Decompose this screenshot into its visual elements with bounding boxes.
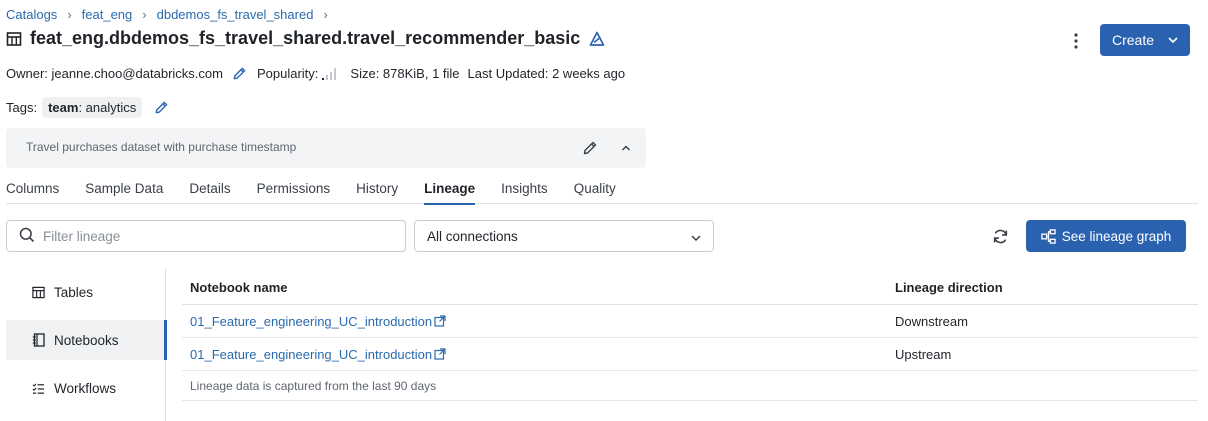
external-link-icon [434,314,446,327]
breadcrumb-schema[interactable]: dbdemos_fs_travel_shared [157,7,314,22]
notebook-link[interactable]: 01_Feature_engineering_UC_introduction [190,314,446,329]
column-header-notebook-name: Notebook name [190,279,288,295]
edit-tags-icon[interactable] [154,100,169,115]
edit-description-icon[interactable] [582,140,598,156]
table-icon [6,31,22,47]
see-lineage-graph-label: See lineage graph [1061,228,1172,244]
lineage-graph-icon [1040,228,1056,244]
breadcrumb-separator: › [67,7,72,22]
breadcrumb-separator: › [142,7,147,22]
tab-quality[interactable]: Quality [574,173,616,204]
filter-box [6,220,406,252]
table-header: Notebook name Lineage direction [182,270,1198,305]
more-options-icon[interactable] [1066,30,1086,52]
sidebar-item-label: Workflows [54,380,117,396]
table-row: 01_Feature_engineering_UC_introduction D… [182,305,1198,338]
breadcrumb-separator: › [323,7,328,22]
sidebar-item-label: Tables [54,284,94,300]
sidebar-item-workflows[interactable]: Workflows [6,368,166,408]
notebook-icon [32,333,45,347]
table-icon [32,286,45,299]
notebook-cell: 01_Feature_engineering_UC_introduction [182,347,887,362]
lineage-sidebar: Tables Notebooks Workflows [6,268,167,421]
owner-text: Owner: jeanne.choo@databricks.com [6,66,223,81]
column-header-lineage-direction: Lineage direction [895,279,1003,295]
direction-cell: Upstream [895,346,952,362]
connections-select[interactable]: All connections [414,220,714,252]
breadcrumb-catalog[interactable]: feat_eng [82,7,133,22]
tab-insights[interactable]: Insights [501,173,548,204]
tab-columns[interactable]: Columns [6,173,59,204]
tags-label: Tags: [6,100,38,115]
popularity-bars-icon [322,67,337,80]
see-lineage-graph-button[interactable]: See lineage graph [1026,220,1186,252]
notebook-link-text: 01_Feature_engineering_UC_introduction [190,346,433,362]
lineage-footnote: Lineage data is captured from the last 9… [182,371,1198,401]
tab-sample-data[interactable]: Sample Data [85,173,163,204]
refresh-icon[interactable] [992,228,1009,245]
create-button[interactable]: Create [1100,24,1190,56]
tag-value: : analytics [78,100,137,115]
notebook-link-text: 01_Feature_engineering_UC_introduction [190,313,433,329]
create-button-label: Create [1111,32,1155,48]
sidebar-item-tables[interactable]: Tables [6,272,166,312]
breadcrumb: Catalogs › feat_eng › dbdemos_fs_travel_… [6,7,338,22]
external-link-icon [434,347,446,360]
tag-chip[interactable]: team: analytics [42,97,143,118]
table-row: 01_Feature_engineering_UC_introduction U… [182,338,1198,371]
breadcrumb-catalogs[interactable]: Catalogs [6,7,57,22]
description-box: Travel purchases dataset with purchase t… [6,128,646,168]
workflow-icon [32,382,45,395]
sidebar-item-label: Notebooks [54,332,119,348]
description-text: Travel purchases dataset with purchase t… [26,140,297,154]
sidebar-item-notebooks[interactable]: Notebooks [6,320,167,360]
page-title: feat_eng.dbdemos_fs_travel_shared.travel… [30,28,581,48]
tag-key: team [48,100,79,115]
notebook-cell: 01_Feature_engineering_UC_introduction [182,314,887,329]
notebook-link[interactable]: 01_Feature_engineering_UC_introduction [190,347,446,362]
connections-selected: All connections [427,228,518,244]
popularity-label: Popularity: [256,66,319,81]
last-updated-text: Last Updated: 2 weeks ago [467,66,626,81]
chevron-down-icon [1168,37,1178,43]
tab-permissions[interactable]: Permissions [257,173,331,204]
tags-row: Tags: team: analytics [6,97,169,118]
delta-icon [589,31,605,47]
filter-lineage-input[interactable] [43,228,383,244]
title-row: feat_eng.dbdemos_fs_travel_shared.travel… [6,28,605,49]
search-icon [19,227,35,246]
tab-lineage[interactable]: Lineage [424,173,476,205]
tab-details[interactable]: Details [189,173,230,204]
tab-history[interactable]: History [356,173,398,204]
lineage-table: Notebook name Lineage direction 01_Featu… [182,270,1198,401]
chevron-up-icon[interactable] [620,140,632,156]
size-text: Size: 878KiB, 1 file [350,66,460,81]
direction-cell: Downstream [895,313,968,329]
meta-row: Owner: jeanne.choo@databricks.com Popula… [6,66,625,81]
tab-bar: Columns Sample Data Details Permissions … [6,173,1198,205]
edit-owner-icon[interactable] [232,66,247,81]
chevron-down-icon [691,229,701,244]
